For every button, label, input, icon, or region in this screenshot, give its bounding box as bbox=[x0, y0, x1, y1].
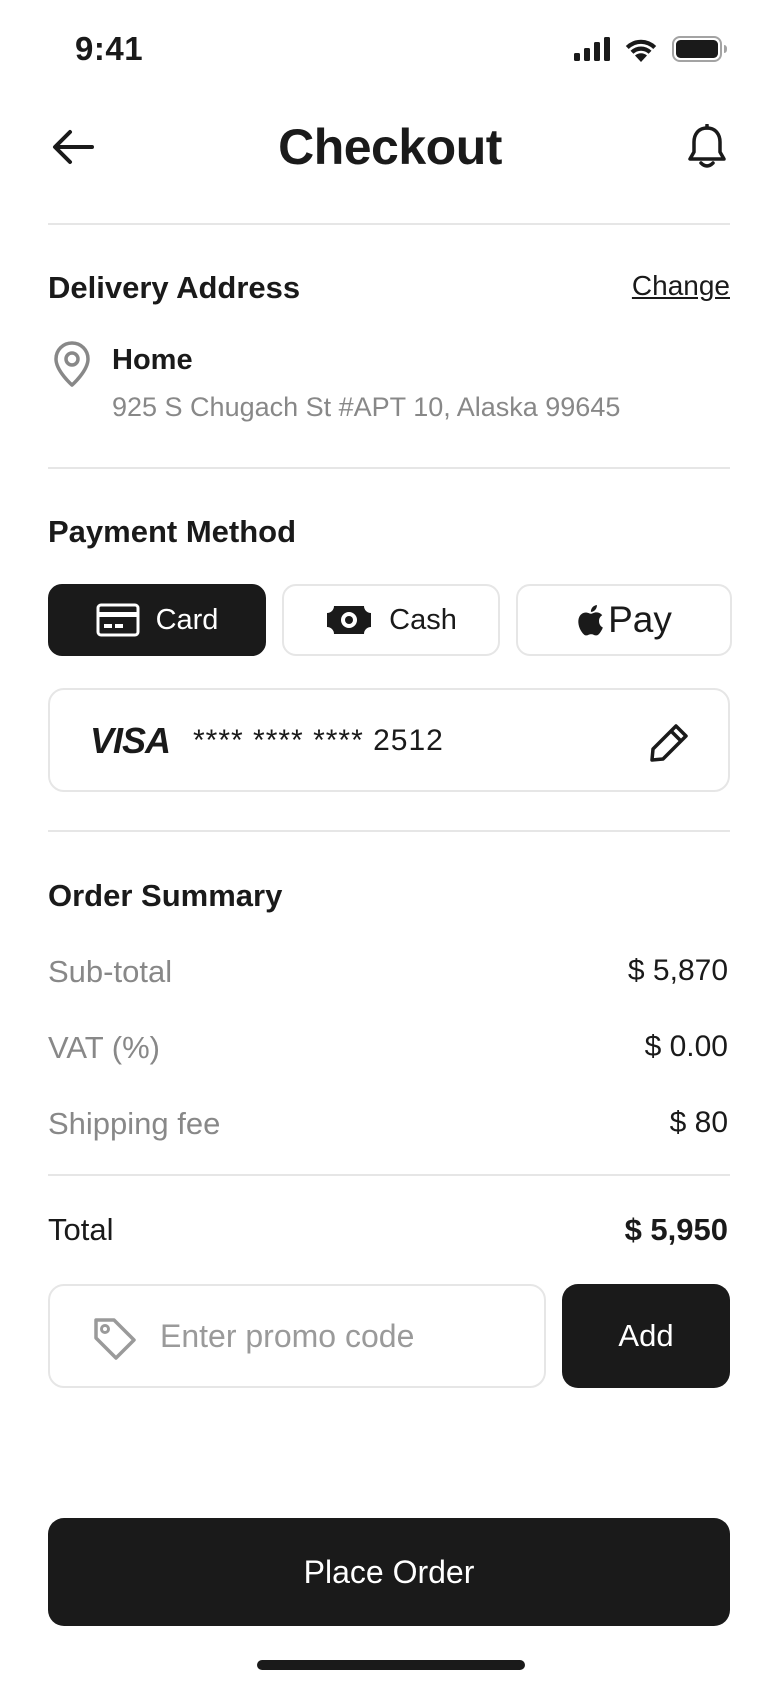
signal-icon bbox=[574, 37, 610, 61]
promo-code-field[interactable] bbox=[48, 1284, 546, 1388]
add-promo-button[interactable]: Add bbox=[562, 1284, 730, 1388]
shipping-fee-value: $ 80 bbox=[669, 1106, 728, 1139]
promo-code-input[interactable] bbox=[160, 1288, 530, 1384]
home-indicator bbox=[257, 1660, 525, 1670]
payment-method-title: Payment Method bbox=[48, 514, 297, 549]
status-icons bbox=[574, 36, 728, 62]
payment-tab-apple-pay[interactable]: Pay bbox=[516, 584, 732, 656]
vat-label: VAT (%) bbox=[48, 1030, 160, 1065]
total-value: $ 5,950 bbox=[624, 1212, 728, 1247]
subtotal-label: Sub-total bbox=[48, 954, 173, 989]
wifi-icon bbox=[625, 39, 657, 62]
header: Checkout bbox=[0, 100, 780, 224]
delivery-address-title: Delivery Address bbox=[48, 270, 301, 305]
status-bar: 9:41 bbox=[0, 0, 780, 100]
visa-logo: VISA bbox=[90, 720, 171, 761]
place-order-button[interactable]: Place Order bbox=[48, 1518, 730, 1626]
total-label: Total bbox=[48, 1212, 114, 1247]
payment-tab-cash[interactable]: Cash bbox=[282, 584, 500, 656]
order-summary-title: Order Summary bbox=[48, 878, 283, 913]
shipping-fee-label: Shipping fee bbox=[48, 1106, 221, 1141]
bell-icon bbox=[688, 124, 726, 168]
tag-icon bbox=[94, 1318, 136, 1360]
divider bbox=[48, 467, 730, 469]
card-number: **** **** **** 2512 bbox=[193, 724, 444, 757]
location-pin-icon bbox=[54, 341, 90, 387]
notifications-button[interactable] bbox=[682, 122, 732, 172]
credit-card-icon bbox=[96, 603, 140, 637]
payment-tab-card[interactable]: Card bbox=[48, 584, 266, 656]
page-title: Checkout bbox=[278, 119, 502, 175]
payment-tab-apple-pay-label: Pay bbox=[608, 599, 672, 640]
cash-icon bbox=[327, 606, 372, 634]
change-address-link[interactable]: Change bbox=[632, 270, 730, 302]
battery-icon bbox=[672, 36, 727, 62]
subtotal-value: $ 5,870 bbox=[627, 954, 728, 987]
divider bbox=[48, 1174, 730, 1176]
saved-card[interactable]: VISA **** **** **** 2512 bbox=[48, 688, 730, 792]
payment-tab-cash-label: Cash bbox=[389, 603, 457, 636]
apple-logo-icon bbox=[578, 605, 603, 636]
vat-value: $ 0.00 bbox=[644, 1030, 728, 1063]
address-line: 925 S Chugach St #APT 10, Alaska 99645 bbox=[112, 392, 621, 422]
payment-tab-card-label: Card bbox=[155, 603, 219, 636]
status-time: 9:41 bbox=[75, 30, 144, 67]
pencil-icon[interactable] bbox=[648, 720, 692, 764]
divider bbox=[48, 830, 730, 832]
divider bbox=[48, 223, 730, 225]
address-name: Home bbox=[112, 344, 193, 376]
